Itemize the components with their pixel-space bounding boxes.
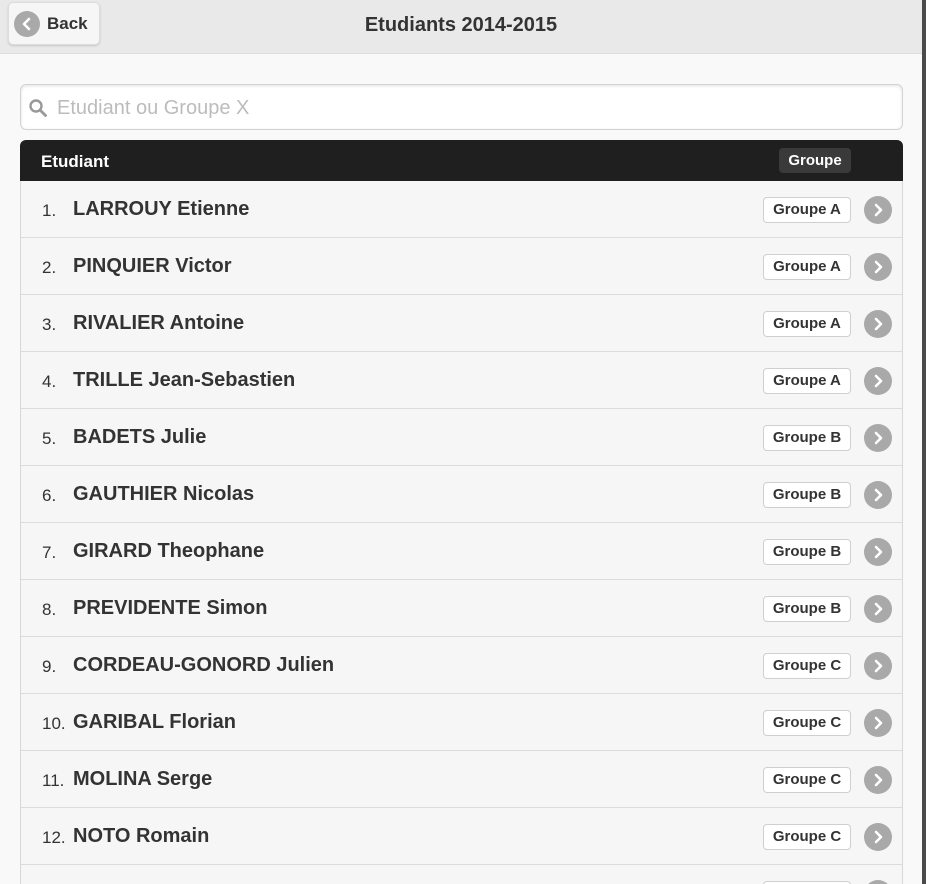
group-badge: Groupe C <box>763 767 851 793</box>
group-badge: Groupe B <box>763 539 851 565</box>
student-row[interactable]: 11. MOLINA Serge Groupe C <box>21 751 902 808</box>
student-row-partial[interactable] <box>21 865 902 884</box>
chevron-right-icon[interactable] <box>864 538 892 566</box>
student-name: PINQUIER Victor <box>73 255 232 277</box>
group-badge: Groupe B <box>763 596 851 622</box>
search-box <box>20 84 903 131</box>
chevron-right-icon[interactable] <box>864 424 892 452</box>
chevron-right-icon[interactable] <box>864 196 892 224</box>
chevron-right-icon[interactable] <box>864 253 892 281</box>
student-name: LARROUY Etienne <box>73 198 250 220</box>
student-row[interactable]: 1. LARROUY Etienne Groupe A <box>21 181 902 238</box>
row-number: 12. <box>42 828 66 847</box>
group-badge: Groupe A <box>763 254 851 280</box>
list-header: Etudiant Groupe <box>20 140 903 181</box>
student-row[interactable]: 10. GARIBAL Florian Groupe C <box>21 694 902 751</box>
column-header-student: Etudiant <box>41 152 109 171</box>
student-list: 1. LARROUY Etienne Groupe A 2. PINQUIER … <box>20 181 903 884</box>
chevron-right-icon[interactable] <box>864 481 892 509</box>
student-row[interactable]: 8. PREVIDENTE Simon Groupe B <box>21 580 902 637</box>
student-row[interactable]: 12. NOTO Romain Groupe C <box>21 808 902 865</box>
student-row[interactable]: 4. TRILLE Jean-Sebastien Groupe A <box>21 352 902 409</box>
row-number: 5. <box>42 429 57 448</box>
student-row[interactable]: 3. RIVALIER Antoine Groupe A <box>21 295 902 352</box>
row-number: 4. <box>42 372 57 391</box>
chevron-right-icon[interactable] <box>864 367 892 395</box>
student-row[interactable]: 2. PINQUIER Victor Groupe A <box>21 238 902 295</box>
student-name: TRILLE Jean-Sebastien <box>73 369 296 391</box>
group-badge: Groupe A <box>763 197 851 223</box>
chevron-right-icon[interactable] <box>864 652 892 680</box>
student-name: RIVALIER Antoine <box>73 312 245 334</box>
group-badge: Groupe A <box>763 311 851 337</box>
chevron-right-icon[interactable] <box>864 595 892 623</box>
student-name: NOTO Romain <box>73 825 210 847</box>
student-row[interactable]: 7. GIRARD Theophane Groupe B <box>21 523 902 580</box>
row-number: 6. <box>42 486 57 505</box>
column-header-group: Groupe <box>779 148 851 173</box>
group-badge: Groupe C <box>763 653 851 679</box>
chevron-right-icon[interactable] <box>864 310 892 338</box>
student-name: GARIBAL Florian <box>73 711 236 733</box>
student-name: BADETS Julie <box>73 426 207 448</box>
header-bar: Back Etudiants 2014-2015 <box>0 0 922 54</box>
student-name: PREVIDENTE Simon <box>73 597 268 619</box>
group-badge: Groupe B <box>763 425 851 451</box>
row-number: 9. <box>42 657 57 676</box>
student-name: MOLINA Serge <box>73 768 213 790</box>
search-icon <box>28 98 48 123</box>
student-name: CORDEAU-GONORD Julien <box>73 654 335 676</box>
student-name: GAUTHIER Nicolas <box>73 483 255 505</box>
row-number: 11. <box>42 771 65 790</box>
chevron-right-icon[interactable] <box>864 823 892 851</box>
student-row[interactable]: 6. GAUTHIER Nicolas Groupe B <box>21 466 902 523</box>
row-number: 7. <box>42 543 57 562</box>
group-badge: Groupe C <box>763 710 851 736</box>
row-number: 8. <box>42 600 57 619</box>
row-number: 2. <box>42 258 57 277</box>
student-name: GIRARD Theophane <box>73 540 265 562</box>
chevron-right-icon[interactable] <box>864 766 892 794</box>
group-badge: Groupe A <box>763 368 851 394</box>
group-badge: Groupe B <box>763 482 851 508</box>
window-edge <box>922 0 926 884</box>
row-number: 10. <box>42 714 66 733</box>
chevron-right-icon[interactable] <box>864 709 892 737</box>
search-input[interactable] <box>55 85 889 131</box>
row-number: 3. <box>42 315 57 334</box>
chevron-right-icon[interactable] <box>864 880 892 884</box>
student-row[interactable]: 9. CORDEAU-GONORD Julien Groupe C <box>21 637 902 694</box>
group-badge: Groupe C <box>763 824 851 850</box>
page-title: Etudiants 2014-2015 <box>364 14 558 36</box>
row-number: 1. <box>42 201 57 220</box>
student-row[interactable]: 5. BADETS Julie Groupe B <box>21 409 902 466</box>
